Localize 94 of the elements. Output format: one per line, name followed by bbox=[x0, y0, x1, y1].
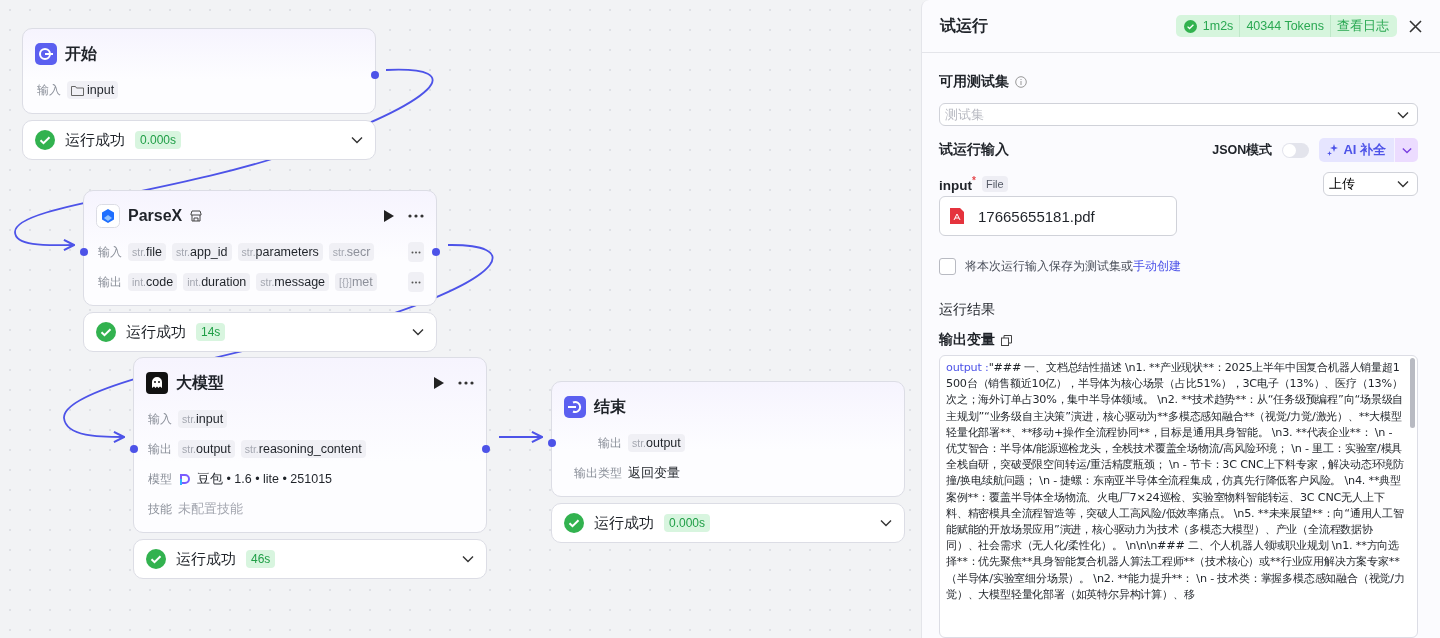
sparkle-icon bbox=[1327, 144, 1340, 156]
time-badge: 46s bbox=[246, 550, 276, 568]
field-label: input$^{*}$ bbox=[939, 175, 976, 193]
row-label: 输入 bbox=[36, 81, 61, 99]
folder-icon bbox=[71, 84, 84, 96]
manual-create-link[interactable]: 手动创建 bbox=[1133, 259, 1181, 273]
variable-name: str.reasoning_content bbox=[244, 442, 362, 456]
row-value: 返回变量 bbox=[628, 464, 680, 482]
ghost-icon bbox=[146, 372, 168, 394]
chevron-down-icon bbox=[1397, 180, 1409, 188]
copy-icon[interactable] bbox=[1001, 334, 1012, 346]
variable-name: str.app_id bbox=[176, 245, 228, 259]
node-title: 大模型 bbox=[176, 372, 224, 393]
variable-name: str.input bbox=[182, 412, 224, 426]
variable-name: int.code bbox=[132, 275, 174, 289]
scrollbar bbox=[1410, 358, 1415, 428]
time-badge: 0.000s bbox=[135, 131, 182, 149]
variable-name: int.duration bbox=[187, 275, 247, 289]
node-title: 结束 bbox=[594, 396, 626, 417]
ellipsis-icon bbox=[411, 250, 421, 254]
check-circle-icon bbox=[96, 322, 116, 342]
output-label: 输出变量 bbox=[939, 331, 995, 349]
upload-mode-select[interactable]: 上传 bbox=[1323, 172, 1418, 196]
ai-complete-button[interactable]: AI 补全 bbox=[1319, 138, 1394, 162]
tokens-text: 40344 Tokens bbox=[1246, 19, 1324, 33]
port-dot[interactable] bbox=[130, 445, 138, 453]
pdf-file-icon bbox=[950, 208, 964, 224]
row-label: 输出 bbox=[597, 434, 622, 452]
panel-title: 试运行 bbox=[940, 15, 988, 36]
ellipsis-icon bbox=[411, 280, 421, 284]
status-text: 运行成功 bbox=[126, 322, 186, 342]
start-node-icon bbox=[35, 43, 57, 65]
section-label: 试运行输入 bbox=[939, 141, 1009, 159]
node-title: ParseX bbox=[128, 207, 183, 225]
variable-name: input bbox=[87, 83, 115, 97]
more-icon[interactable] bbox=[458, 381, 474, 385]
port-dot[interactable] bbox=[482, 445, 490, 453]
dropdown-button[interactable] bbox=[1394, 138, 1418, 162]
save-option-text: 将本次运行输入保存为测试集或手动创建 bbox=[965, 258, 1181, 275]
save-checkbox[interactable] bbox=[939, 258, 956, 275]
row-label: 技能 bbox=[147, 500, 172, 518]
store-icon bbox=[190, 210, 203, 222]
status-text: 运行成功 bbox=[594, 513, 654, 533]
variable-name: str.message bbox=[260, 275, 326, 289]
variable-name: str.output bbox=[182, 442, 231, 456]
json-mode-switch[interactable] bbox=[1282, 142, 1310, 158]
port-dot[interactable] bbox=[432, 248, 440, 256]
info-icon bbox=[1015, 76, 1027, 88]
port-dot[interactable] bbox=[371, 71, 379, 79]
row-label: 输出类型 bbox=[573, 464, 622, 482]
time-badge: 14s bbox=[196, 323, 226, 341]
node-title: 开始 bbox=[65, 43, 97, 64]
switch-label: JSON模式 bbox=[1212, 141, 1273, 159]
check-circle-icon bbox=[35, 130, 55, 150]
chevron-down-icon[interactable] bbox=[412, 328, 424, 336]
model-logo-icon bbox=[178, 472, 191, 486]
section-label: 可用测试集 bbox=[939, 73, 1009, 91]
row-value: 未配置技能 bbox=[178, 500, 243, 518]
chevron-down-icon[interactable] bbox=[880, 519, 892, 527]
model-name: 豆包 • 1.6 • lite • 251015 bbox=[197, 470, 333, 488]
time-badge: 0.000s bbox=[664, 514, 711, 532]
status-text: 运行成功 bbox=[176, 549, 236, 569]
type-badge: File bbox=[981, 176, 1008, 192]
chevron-down-icon[interactable] bbox=[462, 555, 474, 563]
variable-name: str.secr bbox=[332, 245, 371, 259]
play-icon[interactable] bbox=[383, 210, 394, 222]
file-field[interactable]: 17665655181.pdf bbox=[939, 196, 1177, 236]
check-circle-icon bbox=[146, 549, 166, 569]
check-circle-icon bbox=[1183, 19, 1197, 33]
file-name: 17665655181.pdf bbox=[978, 207, 1095, 225]
check-circle-icon bbox=[564, 513, 584, 533]
variable-name: str.file bbox=[132, 245, 162, 259]
section-label: 运行结果 bbox=[939, 301, 996, 319]
chevron-down-icon bbox=[1401, 146, 1412, 154]
duration-text: 1m2s bbox=[1202, 19, 1234, 33]
row-label: 输出 bbox=[147, 440, 172, 458]
port-dot[interactable] bbox=[548, 439, 556, 447]
row-label: 输出 bbox=[97, 273, 122, 291]
more-icon[interactable] bbox=[408, 214, 424, 218]
chevron-down-icon bbox=[1397, 110, 1409, 119]
port-dot[interactable] bbox=[80, 248, 88, 256]
status-text: 运行成功 bbox=[65, 130, 125, 150]
variable-name: str.parameters bbox=[241, 245, 319, 259]
output-text: output :"### 一、文档总结性描述 \n1. **产业现状**：2025上半年中国复合机器人销量超1500台（销售额近10亿），半导体为核心场景（占比51%），3C电子（13%）、医疗（13%）次之；海外订单占30%，集中半导体领域。 \n2. **技术趋势**：从“任务级预编程”向“场景级自主规划”“业务级自主决策”演进，核心驱动为**多模态感知融合**（视觉/力觉/激光）、**大模型轻量化部署**、**移动+操作全流程协同**，目标是通用具身智能。 \n3. **代表企业**： \n - 优艾智合：半导体/能源巡检龙头，全栈技术覆盖全场物流/高风险环境； \n - 里工：实验室/模具全栈自研，突破受限空间转运/重活精度瓶颈； \n - 节卡：3C CNC上下料专家，解决动态环境防撞/换电续航问题； \n - 捷螺：东南亚半导体全流程集成，仿真先行降低客户风险。 \n4. **典型案例**：覆盖半导体全场物流、火电厂7×24巡检、实验室物料智能转运、3C CNC无人上下料、精密模具全流程智造等，突破人工高风险/低效率痛点。 \n5. **未来展望**：向“通用人工智能赋能的开放场景应用”演进，核心驱动力为技术（多模态大模型）、产业（全流程数据协同）、社会需求（无人化/柔性化）。 \n\n\n### 二、个人机器人领域职业规划 \n1. **方向选择**：优先聚焦**具身智能复合机器人算法工程师**（技术核心）或**行业应用解决方案专家**（半导体/实验室细分场景）。 \n2. **能力提升**： \n - 技术类：掌握多模态感知融合（视觉/力觉）、大模型轻量化部署（如英特尔异构计算）、移 bbox=[946, 360, 1405, 603]
end-node-icon bbox=[564, 396, 586, 418]
row-label: 模型 bbox=[147, 470, 172, 488]
row-label: 输入 bbox=[147, 410, 172, 428]
close-icon[interactable] bbox=[1409, 19, 1422, 33]
variable-name: str.output bbox=[632, 436, 681, 450]
variable-name: [{}]met bbox=[339, 275, 373, 289]
row-label: 输入 bbox=[97, 243, 122, 261]
play-icon[interactable] bbox=[433, 377, 444, 389]
chevron-down-icon[interactable] bbox=[351, 136, 363, 144]
connector-line bbox=[498, 430, 543, 444]
